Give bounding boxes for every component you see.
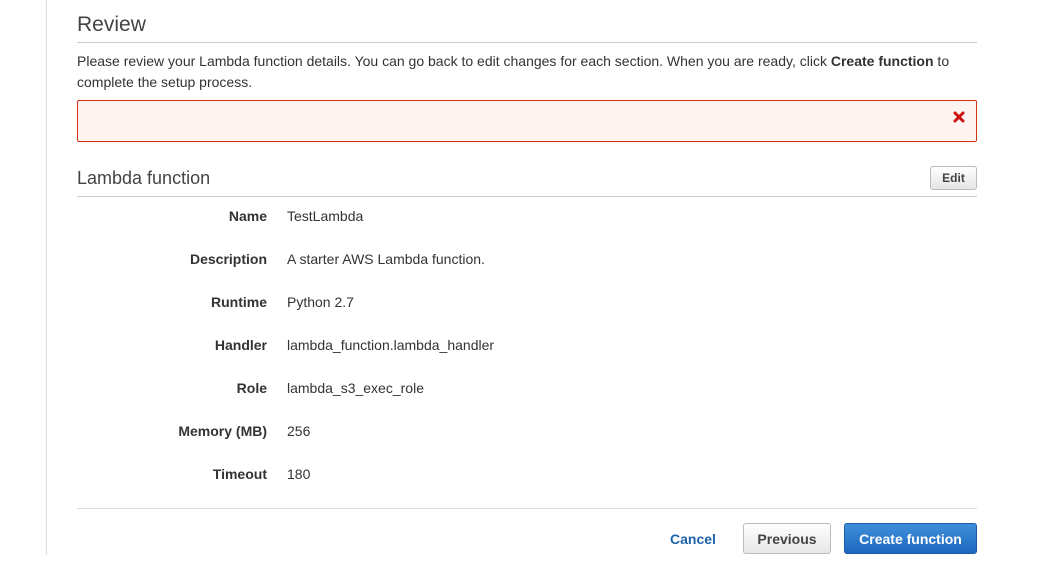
review-panel: Review Please review your Lambda functio… (77, 0, 977, 554)
edit-button[interactable]: Edit (930, 166, 977, 190)
left-divider (46, 0, 47, 555)
detail-value: TestLambda (287, 208, 364, 224)
intro-text-bold: Create function (830, 53, 934, 69)
cancel-link[interactable]: Cancel (670, 529, 716, 549)
detail-value: 256 (287, 423, 311, 439)
error-banner (77, 100, 977, 142)
detail-row-description: Description A starter AWS Lambda functio… (77, 249, 977, 269)
previous-button[interactable]: Previous (743, 523, 831, 554)
footer-divider (77, 508, 977, 509)
create-function-button[interactable]: Create function (844, 523, 977, 554)
detail-row-memory: Memory (MB) 256 (77, 421, 977, 441)
detail-row-handler: Handler lambda_function.lambda_handler (77, 335, 977, 355)
section-divider (77, 196, 977, 197)
detail-value: 180 (287, 466, 311, 482)
page-title: Review (77, 13, 146, 36)
close-x-icon[interactable] (951, 109, 967, 125)
detail-row-role: Role lambda_s3_exec_role (77, 378, 977, 398)
detail-value: lambda_s3_exec_role (287, 380, 424, 396)
detail-value: A starter AWS Lambda function. (287, 251, 485, 267)
detail-label: Handler (214, 337, 267, 353)
detail-row-runtime: Runtime Python 2.7 (77, 292, 977, 312)
title-divider (77, 42, 977, 43)
detail-label: Runtime (211, 294, 267, 310)
detail-row-timeout: Timeout 180 (77, 464, 977, 484)
intro-text: Please review your Lambda function detai… (77, 51, 977, 93)
intro-text-start: Please review your Lambda function detai… (77, 53, 831, 69)
detail-row-name: Name TestLambda (77, 206, 977, 226)
detail-value: lambda_function.lambda_handler (287, 337, 495, 353)
detail-label: Description (189, 251, 267, 267)
detail-label: Timeout (212, 466, 267, 482)
detail-label: Role (236, 380, 267, 396)
detail-label: Name (228, 208, 267, 224)
detail-value: Python 2.7 (287, 294, 354, 310)
detail-label: Memory (MB) (178, 423, 267, 439)
section-title: Lambda function (77, 168, 211, 188)
